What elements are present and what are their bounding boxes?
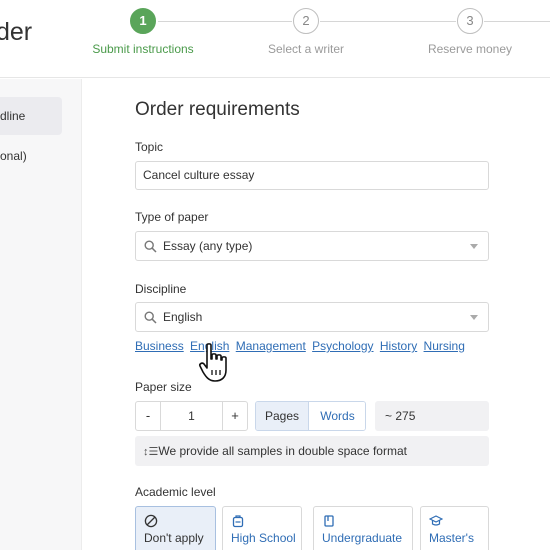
quick-link-business[interactable]: Business	[135, 339, 184, 353]
quick-link-management[interactable]: Management	[236, 339, 306, 353]
graduation-cap-icon	[429, 515, 443, 526]
step-number: 1	[130, 8, 156, 34]
size-unit-toggle: Pages Words	[255, 401, 366, 431]
step-label: Reserve money	[427, 42, 513, 56]
book-icon	[324, 515, 334, 527]
level-masters[interactable]: Master's	[420, 506, 489, 550]
not-allowed-icon	[144, 514, 158, 528]
backpack-icon	[232, 515, 244, 528]
chevron-down-icon	[470, 244, 478, 249]
spacing-notice: ↕☰We provide all samples in double space…	[135, 436, 489, 466]
step-submit-instructions[interactable]: 1 Submit instructions	[88, 8, 198, 56]
unit-words-button[interactable]: Words	[309, 402, 365, 430]
discipline-value: English	[163, 310, 203, 324]
page-count-stepper: - 1 +	[135, 401, 248, 431]
search-icon	[144, 311, 157, 324]
level-high-school[interactable]: High School	[222, 506, 302, 550]
step-label: Submit instructions	[92, 42, 194, 56]
line-spacing-icon: ↕☰	[143, 446, 159, 458]
step-number: 2	[293, 8, 319, 34]
page-title: der	[0, 18, 33, 46]
spacing-notice-text: We provide all samples in double space f…	[158, 444, 407, 458]
sidebar-item-deadline[interactable]: dline	[0, 97, 62, 135]
paper-type-label: Type of paper	[135, 210, 209, 224]
word-estimate: ~ 275	[375, 401, 489, 431]
discipline-select[interactable]: English	[135, 302, 489, 332]
step-label: Select a writer	[267, 42, 345, 56]
level-label: Don't apply	[144, 531, 204, 545]
sidebar: dline onal)	[0, 79, 82, 550]
academic-level-label: Academic level	[135, 485, 216, 499]
topic-input[interactable]: Cancel culture essay	[135, 161, 489, 190]
step-reserve-money[interactable]: 3 Reserve money	[415, 8, 525, 56]
section-title: Order requirements	[135, 99, 300, 120]
decrease-button[interactable]: -	[136, 402, 161, 430]
step-number: 3	[457, 8, 483, 34]
page-count-value[interactable]: 1	[161, 402, 222, 430]
sidebar-item-label: dline	[0, 109, 26, 123]
sidebar-item-optional[interactable]: onal)	[0, 149, 27, 163]
level-label: Undergraduate	[322, 531, 403, 545]
discipline-quick-links: Business English Management Psychology H…	[135, 339, 468, 353]
increase-button[interactable]: +	[222, 402, 247, 430]
level-dont-apply[interactable]: Don't apply	[135, 506, 216, 550]
unit-pages-button[interactable]: Pages	[256, 402, 309, 430]
paper-type-value: Essay (any type)	[163, 239, 253, 253]
level-label: Master's	[429, 531, 474, 545]
discipline-label: Discipline	[135, 282, 187, 296]
quick-link-history[interactable]: History	[380, 339, 417, 353]
step-select-writer[interactable]: 2 Select a writer	[251, 8, 361, 56]
topic-label: Topic	[135, 140, 164, 154]
level-undergraduate[interactable]: Undergraduate	[313, 506, 413, 550]
quick-link-psychology[interactable]: Psychology	[312, 339, 373, 353]
header: der 1 Submit instructions 2 Select a wri…	[0, 0, 550, 78]
paper-size-label: Paper size	[135, 380, 192, 394]
level-label: High School	[231, 531, 296, 545]
quick-link-nursing[interactable]: Nursing	[424, 339, 465, 353]
order-form: Order requirements Topic Cancel culture …	[83, 79, 550, 550]
hand-pointer-icon	[199, 343, 227, 382]
paper-type-select[interactable]: Essay (any type)	[135, 231, 489, 261]
chevron-down-icon	[470, 315, 478, 320]
search-icon	[144, 240, 157, 253]
